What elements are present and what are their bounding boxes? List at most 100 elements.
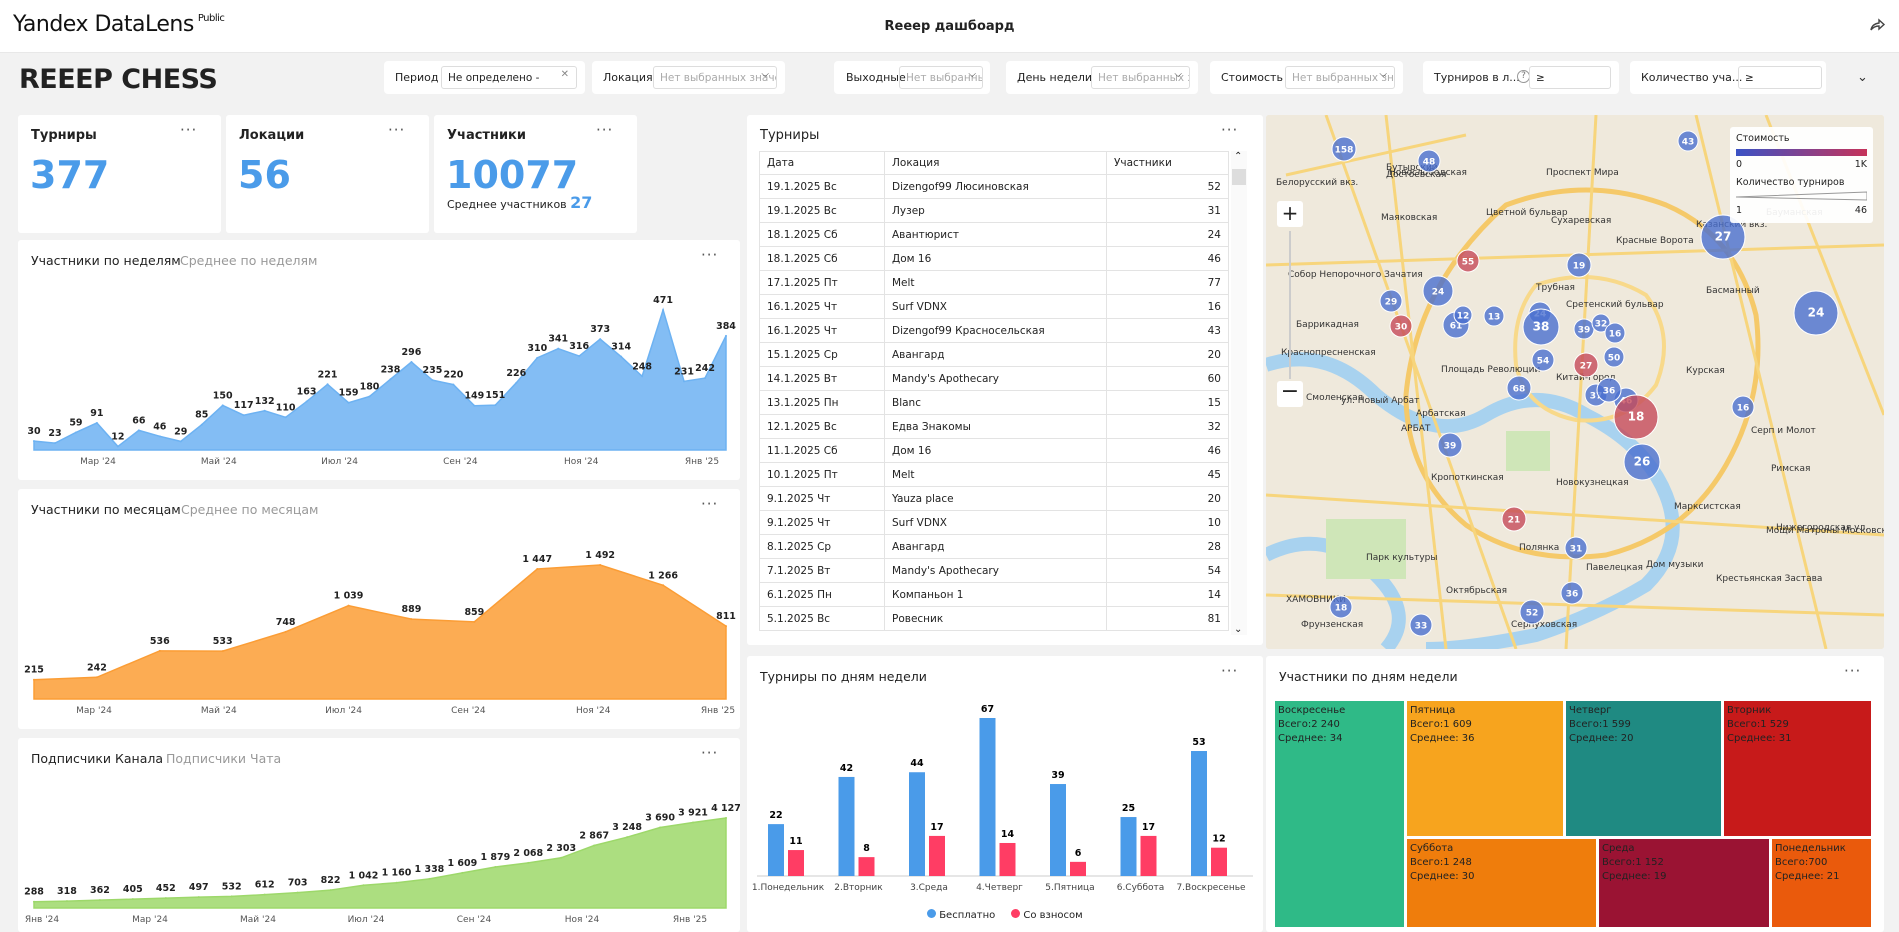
data-label: 373	[590, 324, 610, 335]
tournaments-table-card: Турниры ··· Дата Локация Участники 19.1.…	[747, 115, 1263, 645]
map-label: Парк культуры	[1366, 553, 1438, 563]
menu-dots-icon[interactable]: ···	[388, 121, 405, 139]
map-label: Марксистская	[1674, 502, 1741, 512]
table-row[interactable]: 19.1.2025 Вс Dizengof99 Люсиновская 52	[759, 174, 1229, 199]
treemap-tile[interactable]: Среда Всего:1 152 Среднее: 19	[1599, 839, 1769, 927]
treemap-tile-text: Среднее: 31	[1727, 733, 1792, 744]
map-card[interactable]: Бутырский Новослободская Достоевская Проспе…	[1266, 115, 1884, 649]
map-label: Кропоткинская	[1431, 473, 1504, 483]
data-label: 316	[569, 341, 589, 352]
data-point	[230, 895, 233, 898]
top-header: Yandex DataLens Public Reeep дашбоард	[0, 0, 1899, 53]
data-point	[473, 620, 476, 623]
data-point	[158, 435, 161, 438]
treemap-tile[interactable]: Вторник Всего:1 529 Среднее: 31	[1724, 701, 1871, 836]
data-label: 2 867	[579, 830, 609, 841]
bar-paid	[1070, 861, 1086, 876]
expand-filters-icon[interactable]: ⌄	[1857, 70, 1868, 85]
treemap-tile[interactable]: Четверг Всего:1 599 Среднее: 20	[1566, 701, 1721, 836]
data-point	[158, 649, 161, 652]
table-cell: 77	[1106, 270, 1229, 295]
data-label: 314	[611, 342, 631, 353]
menu-dots-icon[interactable]: ···	[180, 121, 197, 139]
table-row[interactable]: 15.1.2025 Ср Авангард 20	[759, 342, 1229, 367]
table-row[interactable]: 6.1.2025 Пн Компаньон 1 14	[759, 582, 1229, 607]
x-tick-label: 3.Среда	[910, 883, 948, 893]
table-row[interactable]: 18.1.2025 Сб Авантюрист 24	[759, 222, 1229, 247]
treemap-tile[interactable]: Понедельник Всего:700 Среднее: 21	[1772, 839, 1871, 927]
table-row[interactable]: 10.1.2025 Пт Melt 45	[759, 462, 1229, 487]
map-bubble-label: 36	[1566, 590, 1579, 600]
table-row[interactable]: 8.1.2025 Ср Авангард 28	[759, 534, 1229, 559]
filter-cost[interactable]: Стоимость Нет выбранных значений ⌵	[1210, 61, 1403, 94]
filter-location[interactable]: Локация Нет выбранных значений ⌵	[592, 61, 785, 94]
table-row[interactable]: 11.1.2025 Сб Дом 16 46	[759, 438, 1229, 463]
data-point	[131, 898, 134, 901]
data-label: 288	[24, 887, 44, 898]
x-tick-label: Мар '24	[76, 706, 112, 716]
table-row[interactable]: 5.1.2025 Вс Ровесник 81	[759, 606, 1229, 631]
scroll-up-icon[interactable]: ⌃	[1234, 151, 1242, 162]
filter-tournaments[interactable]: Турниров в л... ? ≥	[1423, 61, 1619, 94]
zoom-in-button[interactable]: +	[1277, 201, 1303, 227]
menu-dots-icon[interactable]: ···	[1221, 121, 1238, 139]
legend-label-paid[interactable]: Со взносом	[1023, 910, 1082, 921]
table-scrollbar[interactable]: ⌃ ⌄	[1231, 151, 1247, 635]
data-point	[620, 355, 623, 358]
table-row[interactable]: 9.1.2025 Чт Yauza place 20	[759, 486, 1229, 511]
table-row[interactable]: 17.1.2025 Пт Melt 77	[759, 270, 1229, 295]
clear-icon[interactable]: ✕	[561, 69, 569, 80]
legend-max: 1K	[1854, 159, 1867, 170]
table-row[interactable]: 12.1.2025 Вс Едва Знакомы 32	[759, 414, 1229, 439]
data-point	[662, 309, 665, 311]
bar-paid	[858, 857, 875, 876]
data-point	[368, 395, 371, 398]
data-point	[221, 650, 224, 653]
column-header-location[interactable]: Локация	[884, 151, 1107, 175]
filter-period[interactable]: Период Не определено - Не определено ✕	[384, 61, 585, 94]
table-cell: 14.1.2025 Вт	[759, 366, 885, 391]
data-point	[116, 445, 119, 448]
scrollbar-thumb[interactable]	[1232, 169, 1246, 185]
table-row[interactable]: 14.1.2025 Вт Mandy's Apothecary 60	[759, 366, 1229, 391]
table-row[interactable]: 13.1.2025 Пн Blanc 15	[759, 390, 1229, 415]
map-label: Сухаревская	[1551, 216, 1611, 226]
table-cell: 8.1.2025 Ср	[759, 534, 885, 559]
scroll-down-icon[interactable]: ⌄	[1234, 624, 1242, 635]
table-row[interactable]: 18.1.2025 Сб Дом 16 46	[759, 246, 1229, 271]
data-point	[641, 375, 644, 378]
table-row[interactable]: 16.1.2025 Чт Dizengof99 Красносельская 43	[759, 318, 1229, 343]
column-header-date[interactable]: Дата	[759, 151, 885, 175]
table-row[interactable]: 19.1.2025 Вс Лузер 31	[759, 198, 1229, 223]
map-label: Крестьянская Застава	[1716, 574, 1822, 584]
treemap-tile[interactable]: Пятница Всего:1 609 Среднее: 36	[1407, 701, 1563, 836]
participants-input[interactable]: ≥	[1738, 66, 1822, 89]
table-cell: 60	[1106, 366, 1229, 391]
table-row[interactable]: 9.1.2025 Чт Surf VDNX 10	[759, 510, 1229, 535]
legend-label-free[interactable]: Бесплатно	[939, 910, 995, 921]
data-point	[557, 347, 560, 350]
column-header-participants[interactable]: Участники	[1106, 151, 1229, 175]
table-row[interactable]: 16.1.2025 Чт Surf VDNX 16	[759, 294, 1229, 319]
dashboard-title: Reeep дашбоард	[884, 19, 1015, 34]
weekday-treemap-card: Участники по дням недели ··· Воскресенье…	[1266, 656, 1884, 932]
tournaments-input[interactable]: ≥	[1529, 66, 1611, 89]
menu-dots-icon[interactable]: ···	[596, 121, 613, 139]
treemap-tile[interactable]: Суббота Всего:1 248 Среднее: 30	[1407, 839, 1596, 927]
treemap-tile[interactable]: Воскресенье Всего:2 240 Среднее: 34	[1275, 701, 1404, 927]
filter-weekday[interactable]: День недели Нет выбранных значений ⌵	[1006, 61, 1198, 94]
menu-dots-icon[interactable]: ···	[1844, 662, 1861, 680]
share-icon[interactable]	[1868, 16, 1886, 34]
zoom-out-button[interactable]: −	[1277, 381, 1303, 407]
table-row[interactable]: 7.1.2025 Вт Mandy's Apothecary 54	[759, 558, 1229, 583]
table-cell: Mandy's Apothecary	[884, 558, 1107, 583]
location-select[interactable]: Нет выбранных значений	[653, 66, 777, 89]
data-point	[74, 431, 77, 434]
filter-participants[interactable]: Количество уча... ≥	[1630, 61, 1826, 94]
data-label: 310	[527, 343, 547, 354]
period-input[interactable]: Не определено - Не определено	[441, 66, 577, 89]
filter-weekend-box[interactable]: Выходные Нет выбранных значений ⌵	[835, 61, 990, 94]
data-label: 226	[506, 368, 526, 379]
treemap-tile-text: Суббота	[1410, 843, 1454, 854]
zoom-slider[interactable]	[1289, 231, 1291, 379]
